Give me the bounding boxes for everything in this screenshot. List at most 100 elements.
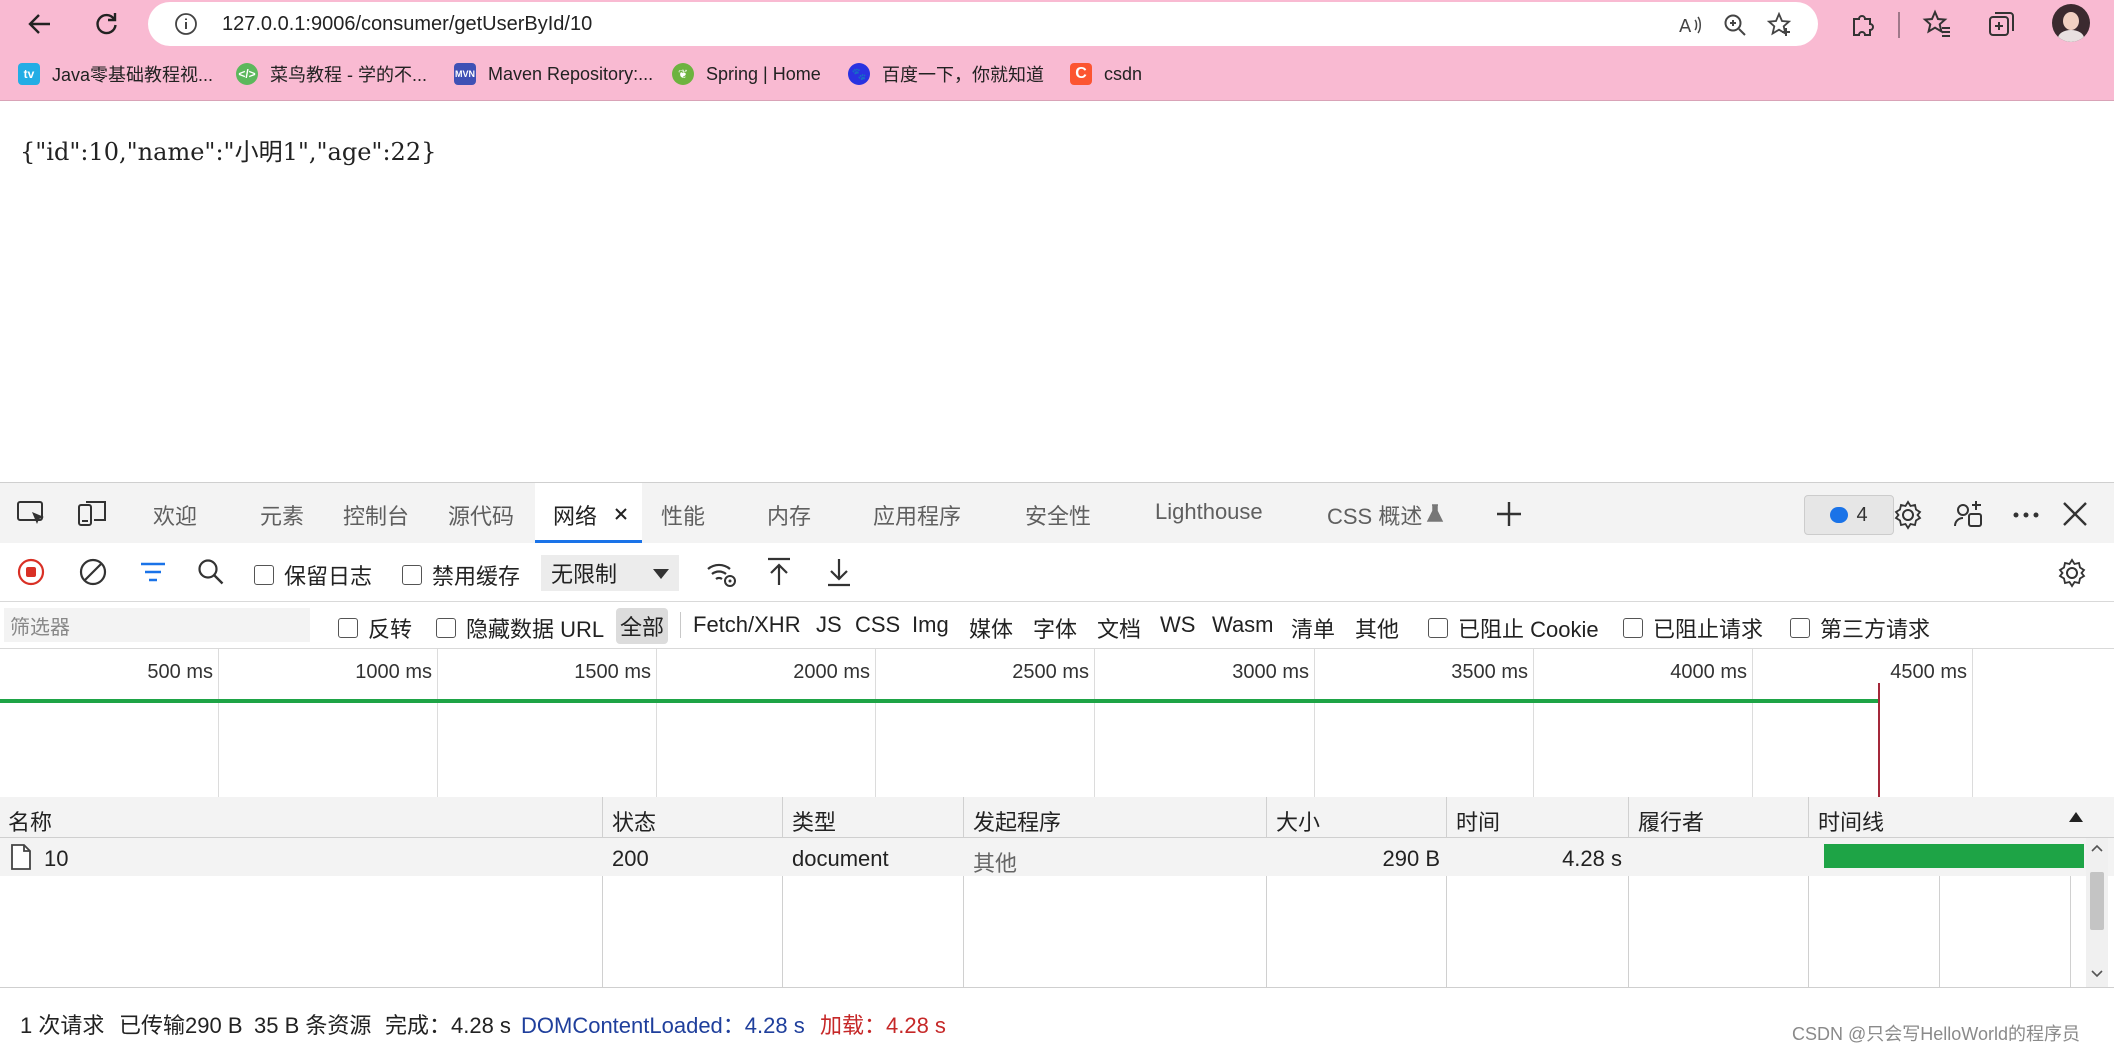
bookmark-baidu[interactable]: 🐾 百度一下，你就知道 [848,60,1044,88]
bookmark-csdn[interactable]: C csdn [1070,60,1142,88]
url-text[interactable]: 127.0.0.1:9006/consumer/getUserById/10 [222,13,592,36]
tab-application[interactable]: 应用程序 [873,499,961,531]
scroll-up-icon[interactable] [2091,844,2103,852]
filter-type-doc[interactable]: 文档 [1097,612,1141,644]
preserve-log-checkbox[interactable]: 保留日志 [254,559,372,591]
export-har-download-icon[interactable] [824,555,854,589]
bookmark-maven[interactable]: MVN Maven Repository:... [454,60,653,88]
extensions-icon[interactable] [1848,9,1878,39]
clear-log-icon[interactable] [78,557,108,587]
filter-type-other[interactable]: 其他 [1355,612,1399,644]
filter-type-img[interactable]: Img [912,612,949,638]
summary-dom-content-loaded: DOMContentLoaded：4.28 s [521,1013,805,1038]
tab-network[interactable]: 网络 [553,499,597,531]
table-row[interactable]: 10 200 document 其他 290 B 4.28 s [0,838,2114,876]
filter-type-all[interactable]: 全部 [616,608,669,644]
zoom-icon[interactable] [1722,12,1748,38]
checkbox-box[interactable] [1790,618,1810,638]
bookmark-spring[interactable]: ❦ Spring | Home [672,60,821,88]
issues-badge[interactable]: 4 [1804,495,1894,535]
customize-devtools-icon[interactable] [1952,499,1984,531]
inspect-element-icon[interactable] [16,499,48,529]
checkbox-box[interactable] [1428,618,1448,638]
search-icon[interactable] [196,557,226,587]
back-button[interactable] [20,6,60,42]
checkbox-box[interactable] [436,618,456,638]
hide-data-url-checkbox[interactable]: 隐藏数据 URL [436,612,604,644]
address-bar[interactable]: 127.0.0.1:9006/consumer/getUserById/10 A [148,2,1818,46]
filter-type-js[interactable]: JS [816,612,842,638]
tab-sources[interactable]: 源代码 [448,499,514,531]
toolbar-divider [1898,12,1900,38]
filter-bar: 筛选器 反转 隐藏数据 URL 全部 Fetch/XHR JS CSS Img … [0,602,2114,649]
favorites-icon[interactable] [1922,9,1952,39]
filter-icon[interactable] [138,559,168,585]
filter-type-font[interactable]: 字体 [1033,612,1077,644]
checkbox-box[interactable] [254,565,274,585]
column-header-waterfall[interactable]: 时间线 [1818,805,1884,837]
tab-welcome[interactable]: 欢迎 [153,499,197,531]
network-overview[interactable]: 500 ms 1000 ms 1500 ms 2000 ms 2500 ms 3… [0,649,2114,798]
more-options-icon[interactable] [2010,499,2042,531]
device-emulation-icon[interactable] [76,499,110,529]
watermark: CSDN @只会写HelloWorld的程序员 [1792,1024,2080,1044]
info-icon[interactable] [174,12,198,36]
bookmark-runoob[interactable]: </> 菜鸟教程 - 学的不... [236,60,427,88]
column-header-time[interactable]: 时间 [1456,805,1500,837]
overview-tick: 500 ms [147,661,213,683]
third-party-checkbox[interactable]: 第三方请求 [1790,612,1930,644]
tab-lighthouse[interactable]: Lighthouse [1155,499,1263,525]
disable-cache-checkbox[interactable]: 禁用缓存 [402,559,520,591]
filter-type-ws[interactable]: WS [1160,612,1195,638]
network-settings-gear-icon[interactable] [2056,557,2088,589]
column-header-status[interactable]: 状态 [612,805,656,837]
settings-gear-icon[interactable] [1892,499,1924,531]
tab-memory[interactable]: 内存 [767,499,811,531]
read-aloud-icon[interactable]: A [1678,12,1704,38]
table-scrollbar[interactable] [2086,838,2108,987]
scrollbar-thumb[interactable] [2090,872,2104,930]
profile-avatar[interactable] [2052,4,2090,42]
tab-console[interactable]: 控制台 [343,499,409,531]
column-header-type[interactable]: 类型 [792,805,836,837]
sort-ascending-icon[interactable] [2068,811,2084,823]
checkbox-box[interactable] [402,565,422,585]
column-header-fulfilled-by[interactable]: 履行者 [1638,805,1704,837]
waterfall-bar[interactable] [1824,844,2084,868]
filter-input[interactable]: 筛选器 [4,608,310,642]
filter-type-fetch-xhr[interactable]: Fetch/XHR [693,612,801,638]
tab-elements[interactable]: 元素 [260,499,304,531]
column-divider [1628,797,1629,987]
mvn-icon: MVN [454,63,476,85]
summary-transferred: 已传输290 B [119,1013,243,1038]
bookmark-java[interactable]: tv Java零基础教程视... [18,60,213,88]
filter-type-wasm[interactable]: Wasm [1212,612,1274,638]
collections-icon[interactable] [1986,9,2016,39]
add-favorite-icon[interactable] [1766,12,1792,38]
blocked-requests-checkbox[interactable]: 已阻止请求 [1623,612,1763,644]
refresh-button[interactable] [86,6,126,42]
column-header-initiator[interactable]: 发起程序 [973,805,1061,837]
filter-type-manifest[interactable]: 清单 [1291,612,1335,644]
tab-security[interactable]: 安全性 [1025,499,1091,531]
experiment-flask-icon [1426,504,1444,522]
close-tab-icon[interactable] [614,507,628,521]
cell-name[interactable]: 10 [44,846,68,872]
more-tabs-plus-icon[interactable] [1494,499,1524,529]
checkbox-box[interactable] [338,618,358,638]
close-devtools-icon[interactable] [2060,499,2090,529]
throttling-select[interactable]: 无限制 [541,555,679,591]
scroll-down-icon[interactable] [2091,970,2103,978]
import-har-upload-icon[interactable] [764,555,794,589]
column-header-name[interactable]: 名称 [8,805,52,837]
record-stop-icon[interactable] [16,557,46,587]
column-header-size[interactable]: 大小 [1276,805,1320,837]
network-conditions-icon[interactable] [704,557,738,589]
filter-type-css[interactable]: CSS [855,612,900,638]
tab-performance[interactable]: 性能 [661,499,705,531]
blocked-cookies-checkbox[interactable]: 已阻止 Cookie [1428,612,1599,644]
invert-checkbox[interactable]: 反转 [338,612,412,644]
filter-type-media[interactable]: 媒体 [969,612,1013,644]
tab-css-overview[interactable]: CSS 概述 [1327,499,1422,531]
checkbox-box[interactable] [1623,618,1643,638]
